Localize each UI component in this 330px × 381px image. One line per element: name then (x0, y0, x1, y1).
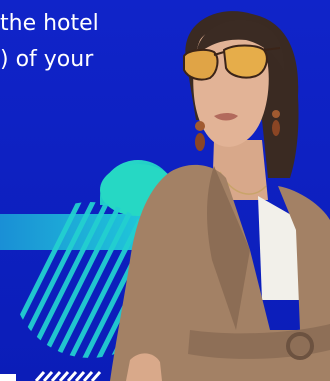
hero-banner: the hotel ) of your (0, 0, 330, 381)
woman-photo (110, 11, 330, 381)
